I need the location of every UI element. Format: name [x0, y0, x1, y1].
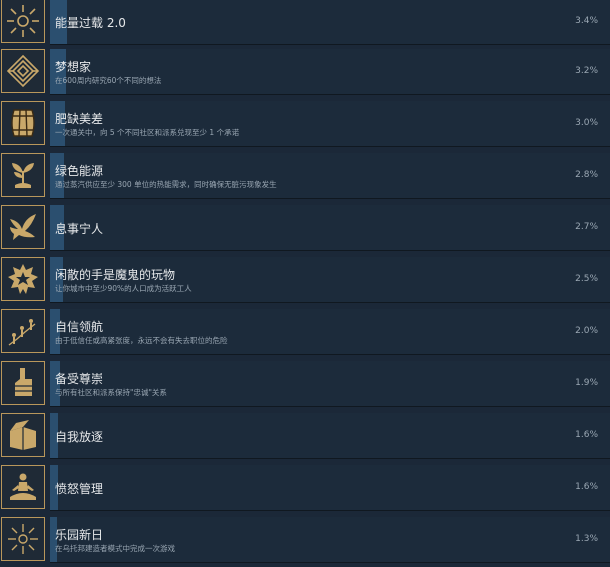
achievement-row[interactable]: 愤怒管理 1.6% [0, 463, 610, 515]
achievement-bar: 自信领航 由于低信任或高紧张度，永远不会有失去职位的危险 2.0% [50, 309, 610, 355]
achievement-bar: 备受尊崇 与所有社区和派系保持"忠诚"关系 1.9% [50, 361, 610, 407]
achievement-bar: 肥缺美差 一次通关中，向 5 个不同社区和派系兑现至少 1 个承诺 3.0% [50, 101, 610, 147]
achievement-title: 乐园新日 [55, 528, 104, 542]
achievement-title: 梦想家 [55, 60, 92, 74]
achievement-description: 由于低信任或高紧张度，永远不会有失去职位的危险 [55, 336, 228, 345]
achievement-icon-frame [1, 101, 45, 145]
climbing-figures-icon [8, 319, 36, 346]
achievement-row[interactable]: 梦想家 在600周内研究60个不同的想法 3.2% [0, 47, 610, 99]
sun-burst-icon [7, 5, 39, 37]
achievement-title: 自我放逐 [55, 430, 104, 444]
unlock-percent: 2.0% [575, 326, 598, 336]
unlock-percent: 1.9% [575, 378, 598, 388]
achievement-description: 在600周内研究60个不同的想法 [55, 76, 162, 85]
star-badge-icon [8, 264, 38, 294]
unlock-percent: 1.3% [575, 534, 598, 544]
achievement-bar: 闲散的手是魔鬼的玩物 让你城市中至少90%的人口成为活跃工人 2.5% [50, 257, 610, 303]
dove-icon [10, 214, 36, 240]
achievement-row[interactable]: 能量过载 2.0 3.4% [0, 0, 610, 49]
achievement-title: 肥缺美差 [55, 112, 104, 126]
achievement-description: 与所有社区和派系保持"忠诚"关系 [55, 388, 167, 397]
achievement-icon-frame [1, 205, 45, 249]
achievement-list: 能量过载 2.0 3.4% 梦想家 在600周内研究60个不同的想法 3.2% [0, 0, 610, 563]
unlock-percent: 1.6% [575, 430, 598, 440]
achievement-description: 让你城市中至少90%的人口成为活跃工人 [55, 284, 192, 293]
achievement-icon-frame [1, 361, 45, 405]
unlock-percent: 3.4% [575, 16, 598, 26]
achievement-bar: 梦想家 在600周内研究60个不同的想法 3.2% [50, 49, 610, 95]
achievement-title: 愤怒管理 [55, 482, 104, 496]
unlock-percent: 3.0% [575, 118, 598, 128]
achievement-description: 在乌托邦建造者模式中完成一次游戏 [55, 544, 175, 553]
achievement-title: 能量过载 2.0 [55, 16, 126, 30]
meditation-icon [10, 473, 36, 500]
achievement-icon-frame [1, 0, 45, 43]
open-box-icon [10, 420, 36, 450]
achievement-icon-frame [1, 49, 45, 93]
foam-finger-icon [15, 368, 32, 396]
achievement-description: 通过蒸汽供应至少 300 单位的热能需求，同时确保无脏污现象发生 [55, 180, 277, 189]
achievement-bar: 乐园新日 在乌托邦建造者模式中完成一次游戏 1.3% [50, 517, 610, 563]
achievement-icon-frame [1, 309, 45, 353]
maze-icon [6, 54, 40, 88]
achievement-row[interactable]: 备受尊崇 与所有社区和派系保持"忠诚"关系 1.9% [0, 359, 610, 411]
achievement-icon-frame [1, 257, 45, 301]
achievement-icon-frame [1, 517, 45, 561]
achievement-row[interactable]: 乐园新日 在乌托邦建造者模式中完成一次游戏 1.3% [0, 515, 610, 567]
achievement-icon-frame [1, 153, 45, 197]
achievement-title: 息事宁人 [55, 222, 104, 236]
achievement-row[interactable]: 自我放逐 1.6% [0, 411, 610, 463]
achievement-bar: 能量过载 2.0 3.4% [50, 0, 610, 45]
unlock-percent: 3.2% [575, 66, 598, 76]
unlock-percent: 1.6% [575, 482, 598, 492]
sprout-icon [12, 163, 34, 188]
achievement-row[interactable]: 肥缺美差 一次通关中，向 5 个不同社区和派系兑现至少 1 个承诺 3.0% [0, 99, 610, 151]
achievement-description: 一次通关中，向 5 个不同社区和派系兑现至少 1 个承诺 [55, 128, 240, 137]
achievement-bar: 自我放逐 1.6% [50, 413, 610, 459]
achievement-row[interactable]: 自信领航 由于低信任或高紧张度，永远不会有失去职位的危险 2.0% [0, 307, 610, 359]
unlock-percent: 2.5% [575, 274, 598, 284]
barrel-icon [11, 109, 35, 137]
achievement-title: 闲散的手是魔鬼的玩物 [55, 268, 176, 282]
achievement-bar: 息事宁人 2.7% [50, 205, 610, 251]
achievement-bar: 绿色能源 通过蒸汽供应至少 300 单位的热能需求，同时确保无脏污现象发生 2.… [50, 153, 610, 199]
achievement-icon-frame [1, 413, 45, 457]
achievement-title: 自信领航 [55, 320, 104, 334]
unlock-percent: 2.8% [575, 170, 598, 180]
achievement-row[interactable]: 绿色能源 通过蒸汽供应至少 300 单位的热能需求，同时确保无脏污现象发生 2.… [0, 151, 610, 203]
achievement-title: 绿色能源 [55, 164, 104, 178]
sunrise-icon [8, 524, 38, 554]
achievement-title: 备受尊崇 [55, 372, 104, 386]
achievement-icon-frame [1, 465, 45, 509]
achievement-row[interactable]: 闲散的手是魔鬼的玩物 让你城市中至少90%的人口成为活跃工人 2.5% [0, 255, 610, 307]
achievement-bar: 愤怒管理 1.6% [50, 465, 610, 511]
achievement-row[interactable]: 息事宁人 2.7% [0, 203, 610, 255]
unlock-percent: 2.7% [575, 222, 598, 232]
